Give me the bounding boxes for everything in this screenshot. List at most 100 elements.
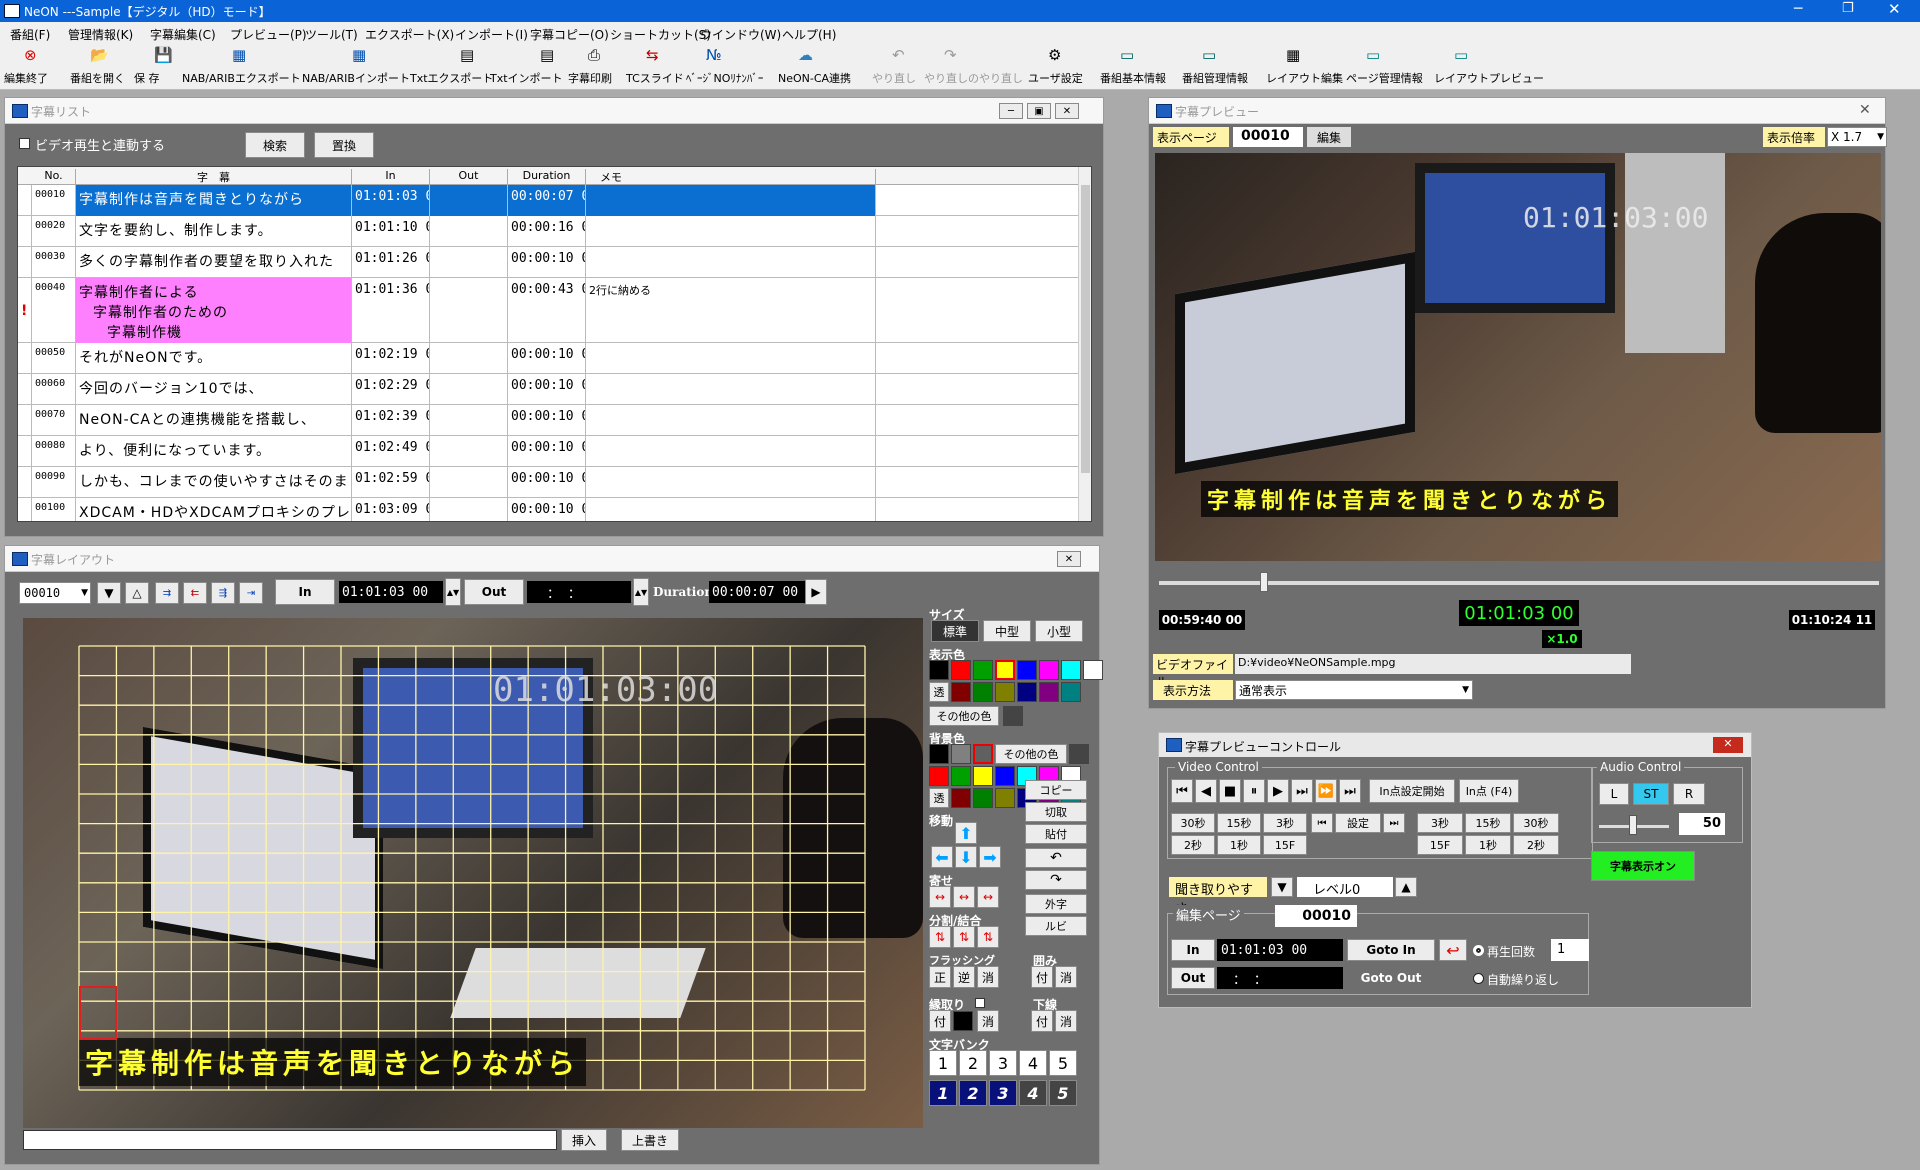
toolbar-button-5[interactable]: Txtエクスポート bbox=[410, 70, 493, 86]
layout-caption-text[interactable]: 字幕制作は音声を聞きとりながら bbox=[79, 1038, 587, 1086]
scrollbar-thumb[interactable] bbox=[1081, 185, 1090, 473]
replace-button[interactable]: 置換 bbox=[314, 132, 374, 158]
audio-left-button[interactable]: L bbox=[1599, 783, 1629, 805]
edit-button[interactable]: 編集 bbox=[1307, 127, 1351, 147]
move-up-icon[interactable]: ⬆ bbox=[955, 822, 977, 844]
goto-in-button[interactable]: Goto In bbox=[1347, 939, 1435, 961]
size-button-1[interactable]: 中型 bbox=[983, 620, 1031, 642]
underline-button-1[interactable]: 消 bbox=[1055, 1010, 1077, 1032]
toolbar-button-6[interactable]: Txtインポート bbox=[490, 70, 563, 86]
fg-color-swatch[interactable] bbox=[1061, 660, 1081, 680]
menu-item-9[interactable]: ウインドウ(W) bbox=[700, 26, 781, 43]
jump-forward-1[interactable]: 15秒 bbox=[1465, 813, 1511, 833]
pause-icon[interactable]: ⏸ bbox=[1243, 779, 1265, 803]
window-minimize-button[interactable]: ─ bbox=[999, 103, 1023, 119]
repeat-count[interactable]: 1 bbox=[1551, 939, 1589, 961]
table-row[interactable]: 00010字幕制作は音声を聞きとりながら 01:01:03 00 00:00:07 … bbox=[18, 185, 1078, 216]
move-down-icon[interactable]: ⬇ bbox=[955, 846, 977, 868]
fg-color-swatch[interactable] bbox=[995, 660, 1015, 680]
gaiji-button[interactable]: 外字 bbox=[1025, 894, 1087, 914]
fast-forward-icon[interactable]: ⏩ bbox=[1315, 779, 1337, 803]
bg-color-swatch[interactable] bbox=[973, 788, 993, 808]
toolbar-button-18[interactable]: レイアウトプレビュー bbox=[1434, 70, 1544, 86]
step-forward-icon[interactable]: ⏭ bbox=[1291, 779, 1313, 803]
close-icon[interactable]: ✕ bbox=[1888, 0, 1901, 18]
play-icon[interactable]: ▶ bbox=[1267, 779, 1289, 803]
menu-item-7[interactable]: 字幕コピー(O) bbox=[530, 26, 609, 43]
return-icon[interactable]: ↩ bbox=[1439, 939, 1467, 961]
frame-back-0[interactable]: 2秒 bbox=[1171, 835, 1215, 855]
fg-color-swatch[interactable] bbox=[1061, 682, 1081, 702]
cut-button[interactable]: 切取 bbox=[1025, 802, 1087, 822]
bg-color-swatch[interactable] bbox=[973, 744, 993, 764]
toolbar-button-12[interactable]: やり直しのやり直し bbox=[924, 70, 1023, 86]
bank-slot-3[interactable]: 4 bbox=[1019, 1050, 1047, 1076]
caption-display-toggle[interactable]: 字幕表示オン bbox=[1591, 851, 1695, 881]
maximize-icon[interactable]: ❐ bbox=[1842, 1, 1854, 16]
table-row[interactable]: 00060今回のバージョン10では、 01:02:29 00 00:00:10 00 bbox=[18, 374, 1078, 405]
toolbar-button-3[interactable]: NAB/ARIBエクスポート bbox=[182, 70, 301, 86]
goto-out-button[interactable]: Goto Out bbox=[1347, 967, 1435, 989]
column-header-3[interactable]: Out bbox=[430, 169, 508, 185]
align-left-icon[interactable]: ↔ bbox=[929, 886, 951, 908]
fg-color-swatch[interactable] bbox=[1039, 660, 1059, 680]
edge-button-0[interactable]: 付 bbox=[929, 1010, 951, 1032]
column-header-4[interactable]: Duration bbox=[508, 169, 586, 185]
bg-color-swatch[interactable] bbox=[995, 788, 1015, 808]
table-row[interactable]: 00030多くの字幕制作者の要望を取り入れた 01:01:26 00 00:00:1… bbox=[18, 247, 1078, 278]
edge-button-1[interactable]: 消 bbox=[977, 1010, 999, 1032]
menu-item-1[interactable]: 管理情報(K) bbox=[68, 26, 133, 43]
out-stepper[interactable]: ▲▼ bbox=[633, 578, 649, 606]
flash-button-0[interactable]: 正 bbox=[929, 966, 951, 988]
fg-color-swatch[interactable] bbox=[1017, 660, 1037, 680]
display-mode-select[interactable]: 通常表示 ▼ bbox=[1235, 680, 1473, 700]
menu-item-0[interactable]: 番組(F) bbox=[10, 26, 50, 43]
bg-color-swatch[interactable] bbox=[929, 766, 949, 786]
jump-forward-2[interactable]: 30秒 bbox=[1513, 813, 1559, 833]
paste-button[interactable]: 貼付 bbox=[1025, 824, 1087, 844]
menu-item-10[interactable]: ヘルプ(H) bbox=[782, 26, 836, 43]
out-button[interactable]: Out bbox=[464, 579, 524, 605]
fg-transparent-button[interactable]: 透 bbox=[929, 682, 949, 702]
seek-handle[interactable] bbox=[1259, 572, 1268, 592]
in-point-setting-button[interactable]: In点設定開始 bbox=[1369, 779, 1455, 803]
bank-recall-1[interactable]: 2 bbox=[959, 1080, 987, 1106]
go-end-icon[interactable]: ⏭ bbox=[1339, 779, 1361, 803]
repeat-radio[interactable] bbox=[1473, 945, 1484, 956]
jump-back-1[interactable]: 15秒 bbox=[1217, 813, 1261, 833]
layout-canvas[interactable]: 01:01:03:00 字幕制作は音声を聞きとりながら bbox=[23, 618, 923, 1128]
bg-color-swatch[interactable] bbox=[951, 766, 971, 786]
prev-page-button[interactable]: △ bbox=[125, 582, 149, 604]
zoom-select[interactable]: X 1.7 ▼ bbox=[1827, 127, 1887, 147]
column-header-1[interactable]: 字 幕 bbox=[76, 169, 352, 185]
jump-back-2[interactable]: 3秒 bbox=[1263, 813, 1307, 833]
rotate-left-icon[interactable]: ↶ bbox=[1025, 848, 1087, 868]
in-timecode[interactable]: 01:01:03 00 bbox=[339, 581, 443, 603]
menu-item-2[interactable]: 字幕編集(C) bbox=[150, 26, 216, 43]
fg-color-swatch[interactable] bbox=[951, 660, 971, 680]
page-select[interactable]: 00010 ▼ bbox=[19, 582, 91, 604]
volume-thumb[interactable] bbox=[1629, 815, 1637, 835]
fg-color-swatch[interactable] bbox=[973, 660, 993, 680]
bank-recall-4[interactable]: 5 bbox=[1049, 1080, 1077, 1106]
frame-forward-0[interactable]: 15F bbox=[1417, 835, 1463, 855]
page-split-icon[interactable]: ⇇ bbox=[183, 582, 207, 604]
table-row[interactable]: 00020文字を要約し、制作します。 01:01:10 00 00:00:16 00 bbox=[18, 216, 1078, 247]
toolbar-button-0[interactable]: 編集終了 bbox=[4, 70, 48, 86]
toolbar-button-14[interactable]: 番組基本情報 bbox=[1100, 70, 1166, 86]
bg-other-color-button[interactable]: その他の色 bbox=[995, 744, 1067, 764]
copy-button[interactable]: コピー bbox=[1025, 780, 1087, 800]
toolbar-button-4[interactable]: NAB/ARIBインポート bbox=[302, 70, 410, 86]
table-row[interactable]: 00090しかも、コレまでの使いやすさはそのまま01:02:59 00 00:00… bbox=[18, 467, 1078, 498]
frame-forward-2[interactable]: 2秒 bbox=[1513, 835, 1559, 855]
bank-slot-4[interactable]: 5 bbox=[1049, 1050, 1077, 1076]
in-point-button[interactable]: In点 (F4) bbox=[1459, 779, 1519, 803]
menu-item-5[interactable]: エクスポート(X) bbox=[365, 26, 454, 43]
bank-slot-2[interactable]: 3 bbox=[989, 1050, 1017, 1076]
prev-mark-icon[interactable]: ⏮ bbox=[1311, 813, 1333, 833]
move-right-icon[interactable]: ➡ bbox=[979, 846, 1001, 868]
fg-color-swatch[interactable] bbox=[973, 682, 993, 702]
bg-color-swatch[interactable] bbox=[951, 744, 971, 764]
column-header-0[interactable]: No. bbox=[32, 169, 76, 185]
toolbar-button-8[interactable]: TCスライド bbox=[626, 70, 684, 86]
